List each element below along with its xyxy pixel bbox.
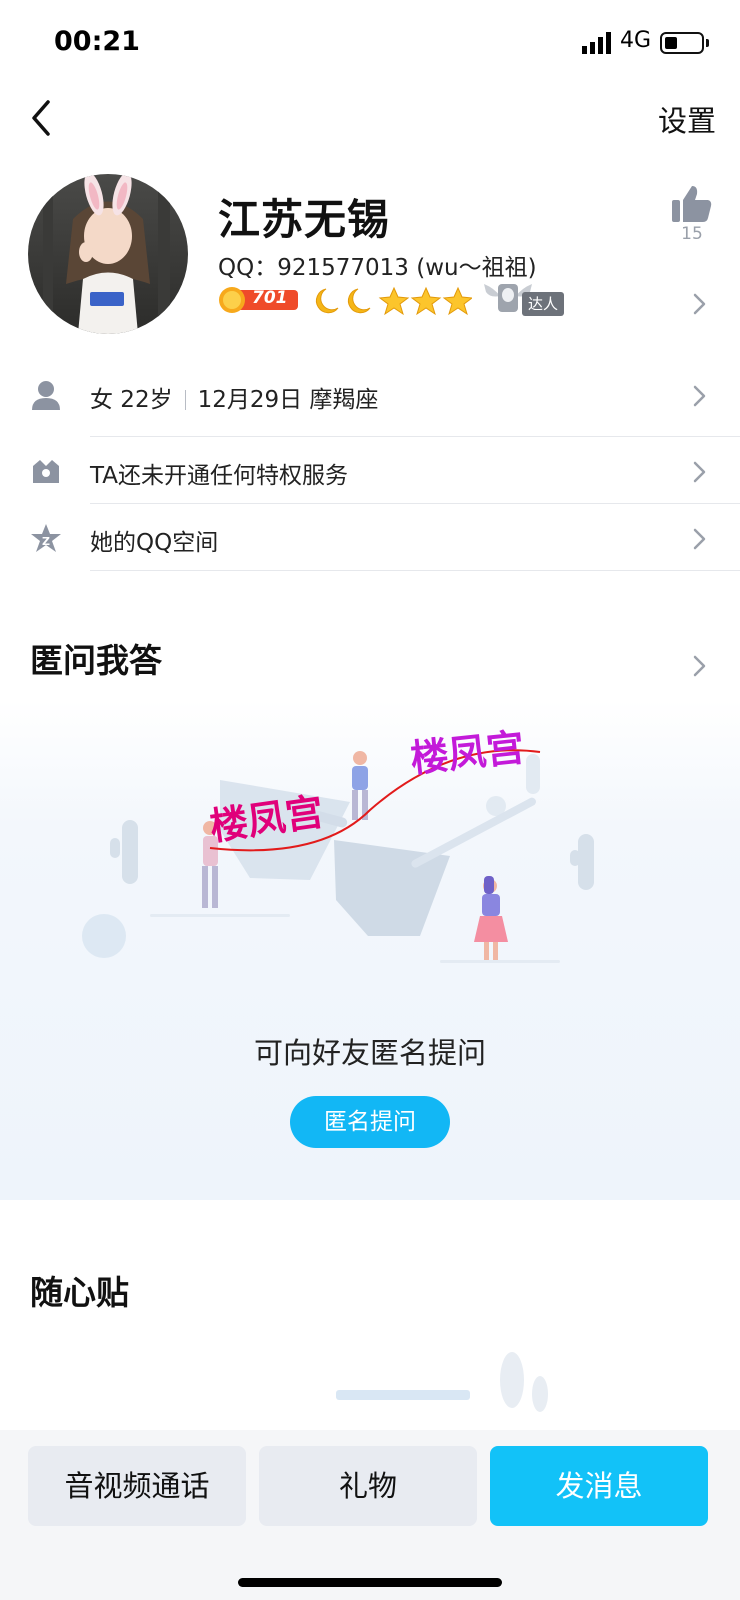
qa-section-title[interactable]: 匿问我答: [30, 634, 162, 682]
send-message-button[interactable]: 发消息: [490, 1446, 708, 1526]
talent-badge-label: 达人: [527, 295, 558, 313]
qzone-text: 她的QQ空间: [90, 530, 219, 556]
talent-badge: 达人: [522, 292, 564, 316]
anonymous-ask-button[interactable]: 匿名提问: [290, 1096, 450, 1148]
info-separator: [184, 390, 186, 410]
home-indicator[interactable]: [238, 1578, 502, 1587]
status-bar: 00:21 4G: [0, 0, 740, 88]
video-call-button[interactable]: 音视频通话: [28, 1446, 246, 1526]
gift-button[interactable]: 礼物: [259, 1446, 477, 1526]
level-moons-stars-icon: [315, 286, 472, 316]
glasses-illustration: 楼凤宫 楼凤宫: [82, 725, 594, 963]
privilege-text: TA还未开通任何特权服务: [90, 463, 348, 489]
thumbs-up-icon[interactable]: [670, 184, 714, 224]
avatar[interactable]: [28, 174, 188, 334]
chevron-right-icon[interactable]: [692, 654, 708, 678]
signal-icon: [582, 32, 611, 54]
birthday: 12月29日 摩羯座: [197, 387, 379, 413]
battery-icon: [660, 32, 704, 54]
qa-prompt: 可向好友匿名提问: [253, 1036, 486, 1070]
watermark-text-2: 楼凤宫: [408, 725, 526, 781]
notes-illustration: [336, 1352, 548, 1412]
chevron-right-icon[interactable]: [692, 292, 708, 316]
battery-tip: [706, 39, 709, 47]
status-time: 00:21: [54, 26, 140, 57]
network-type: 4G: [620, 28, 652, 53]
qzone-star-icon: Z: [31, 524, 61, 552]
chevron-right-icon: [693, 528, 706, 550]
basic-info-row[interactable]: 女 22岁 12月29日 摩羯座: [0, 362, 740, 428]
divider: [90, 503, 740, 504]
like-count: 15: [681, 224, 703, 244]
svg-text:Z: Z: [42, 535, 50, 548]
level-badge-value: 701: [252, 288, 288, 308]
notes-section-title: 随心贴: [30, 1273, 129, 1312]
person-icon: [32, 381, 60, 410]
divider: [90, 436, 740, 437]
divider: [90, 570, 740, 571]
settings-button[interactable]: 设置: [658, 98, 716, 140]
back-icon[interactable]: [22, 92, 62, 144]
chevron-right-icon: [693, 385, 706, 407]
basic-info-text: 女 22岁 12月29日 摩羯座: [90, 380, 378, 414]
gender-age: 女 22岁: [90, 387, 173, 413]
qzone-row[interactable]: Z 她的QQ空间: [0, 505, 740, 571]
profile-name: 江苏无锡: [218, 195, 391, 244]
qq-number: QQ：921577013 (wu～祖祖): [218, 255, 537, 281]
chevron-right-icon: [693, 461, 706, 483]
crown-icon: [33, 460, 59, 483]
badge-row[interactable]: 701 达人: [218, 284, 578, 322]
privilege-row[interactable]: TA还未开通任何特权服务: [0, 438, 740, 504]
